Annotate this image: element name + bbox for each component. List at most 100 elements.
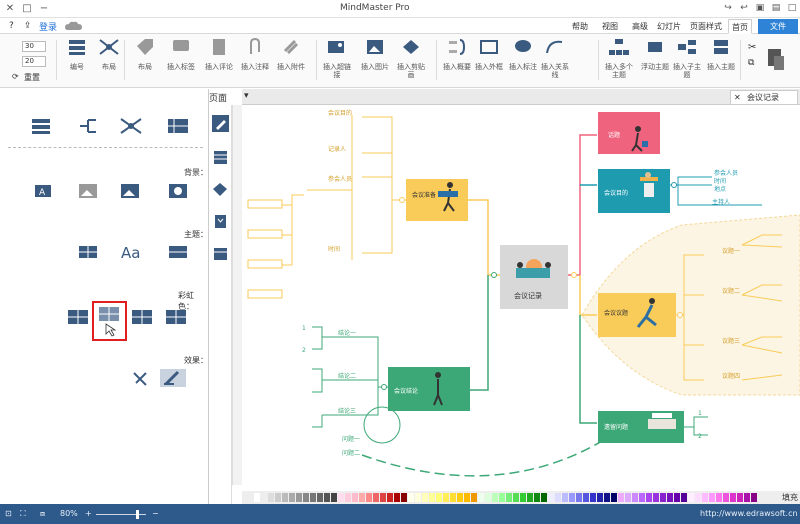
theme-font-icon[interactable]: Aa [118, 243, 144, 262]
color-swatch[interactable] [632, 493, 638, 502]
color-swatch[interactable] [457, 493, 463, 502]
paste-icon[interactable] [765, 44, 787, 70]
color-swatch[interactable] [310, 493, 316, 502]
full-screen-icon[interactable]: ⛶ [20, 509, 26, 519]
rainbow-option-4[interactable] [164, 308, 190, 326]
tab-page-style[interactable]: 页面样式 [688, 19, 724, 34]
panel-scrollbar[interactable] [232, 105, 242, 485]
color-swatch[interactable] [653, 493, 659, 502]
tab-menu-icon[interactable]: ▾ [244, 91, 249, 101]
theme-grid-icon[interactable] [76, 243, 102, 261]
zoom-out-icon[interactable]: − [152, 509, 159, 518]
rainbow-option-3[interactable] [130, 308, 156, 326]
refresh-icon[interactable]: ⟳ [12, 72, 19, 81]
insert-note-button[interactable]: 插入评论 [204, 38, 234, 84]
color-swatch[interactable] [604, 493, 610, 502]
website-link[interactable]: http://www.edrawsoft.cn [700, 509, 798, 518]
color-swatch[interactable] [429, 493, 435, 502]
color-swatch[interactable] [618, 493, 624, 502]
floating-topic-button[interactable]: 浮动主题 [640, 38, 670, 84]
color-swatch[interactable] [464, 493, 470, 502]
cut-icon[interactable]: ✂ [748, 42, 756, 53]
insert-subtopic-button[interactable]: 插入子主题 [672, 38, 702, 84]
color-swatch[interactable] [737, 493, 743, 502]
layout-table-icon[interactable] [166, 117, 192, 135]
mindmap-canvas[interactable]: 话题 会议目的 参会人员 时间 地点 主持人 会议记录 会议议题 议题一 议题二… [242, 105, 800, 490]
insert-multiple-topics-button[interactable]: 插入多个主题 [604, 38, 634, 84]
format-tool-icon[interactable] [212, 149, 229, 166]
color-swatch[interactable] [366, 493, 372, 502]
color-swatch[interactable] [317, 493, 323, 502]
color-swatch[interactable] [576, 493, 582, 502]
color-swatch[interactable] [282, 493, 288, 502]
mark-tool-icon[interactable] [212, 213, 229, 230]
color-swatch[interactable] [436, 493, 442, 502]
insert-image-button[interactable]: 插入图片 [360, 38, 390, 84]
bg-image-icon[interactable] [76, 182, 102, 200]
color-swatch[interactable] [450, 493, 456, 502]
color-swatch[interactable] [506, 493, 512, 502]
color-swatch[interactable] [394, 493, 400, 502]
color-palette[interactable]: 填充 [242, 491, 800, 504]
new-icon[interactable]: □ [786, 3, 798, 14]
insert-clipart-button[interactable]: 插入剪贴画 [396, 38, 426, 84]
help-icon[interactable]: ? [9, 21, 14, 31]
tab-slides[interactable]: 幻灯片 [655, 19, 683, 34]
share-icon[interactable]: ⇪ [24, 21, 32, 31]
color-swatch[interactable] [681, 493, 687, 502]
color-swatch[interactable] [590, 493, 596, 502]
minimize-window-button[interactable]: − [37, 2, 51, 15]
insert-tag-button[interactable]: 布局 [130, 38, 160, 84]
spacing-spinner-2[interactable]: 20 [22, 56, 46, 67]
color-swatch[interactable] [401, 493, 407, 502]
tab-view[interactable]: 视图 [600, 19, 620, 34]
color-swatch[interactable] [422, 493, 428, 502]
color-swatch[interactable] [387, 493, 393, 502]
page-style-tool-icon[interactable] [212, 115, 229, 132]
color-swatch[interactable] [660, 493, 666, 502]
color-swatch[interactable] [562, 493, 568, 502]
tab-help[interactable]: 帮助 [570, 19, 590, 34]
rainbow-option-1[interactable] [66, 308, 92, 326]
insert-attachment-button[interactable]: 插入注释 [240, 37, 270, 84]
layout-list-icon[interactable] [30, 117, 56, 135]
color-swatch[interactable] [268, 493, 274, 502]
tab-advanced[interactable]: 高级 [630, 19, 650, 34]
color-swatch[interactable] [744, 493, 750, 502]
layout-tree-icon[interactable] [76, 117, 102, 135]
color-swatch[interactable] [534, 493, 540, 502]
close-tab-icon[interactable]: ✕ [734, 91, 741, 104]
effect-shadow-icon[interactable] [160, 369, 186, 387]
fit-page-icon[interactable]: ⊡ [5, 509, 12, 518]
bg-color-icon[interactable] [166, 182, 192, 200]
color-swatch[interactable] [275, 493, 281, 502]
color-swatch[interactable] [667, 493, 673, 502]
clipart-tool-icon[interactable] [212, 181, 229, 198]
color-swatch[interactable] [674, 493, 680, 502]
color-swatch[interactable] [541, 493, 547, 502]
reset-button[interactable]: 重置 [24, 72, 40, 83]
color-swatch[interactable] [408, 493, 414, 502]
color-swatch[interactable] [324, 493, 330, 502]
fit-width-icon[interactable]: ⧈ [40, 509, 45, 519]
zoom-slider-thumb[interactable] [136, 510, 139, 519]
login-button[interactable]: 登录 [39, 20, 57, 33]
color-swatch[interactable] [751, 493, 757, 502]
color-swatch[interactable] [639, 493, 645, 502]
numbering-button[interactable]: 编号 [62, 38, 92, 84]
color-swatch[interactable] [583, 493, 589, 502]
layout-radial-icon[interactable] [118, 117, 144, 135]
color-swatch[interactable] [611, 493, 617, 502]
color-swatch[interactable] [730, 493, 736, 502]
insert-boundary-button[interactable]: 插入外框 [474, 38, 504, 84]
color-swatch[interactable] [688, 493, 694, 502]
color-swatch[interactable] [569, 493, 575, 502]
color-swatch[interactable] [443, 493, 449, 502]
color-swatch[interactable] [289, 493, 295, 502]
color-swatch[interactable] [723, 493, 729, 502]
color-swatch[interactable] [261, 493, 267, 502]
insert-relationship-button[interactable]: 插入关系线 [540, 38, 570, 84]
color-swatch[interactable] [331, 493, 337, 502]
color-swatch[interactable] [527, 493, 533, 502]
color-swatch[interactable] [478, 493, 484, 502]
